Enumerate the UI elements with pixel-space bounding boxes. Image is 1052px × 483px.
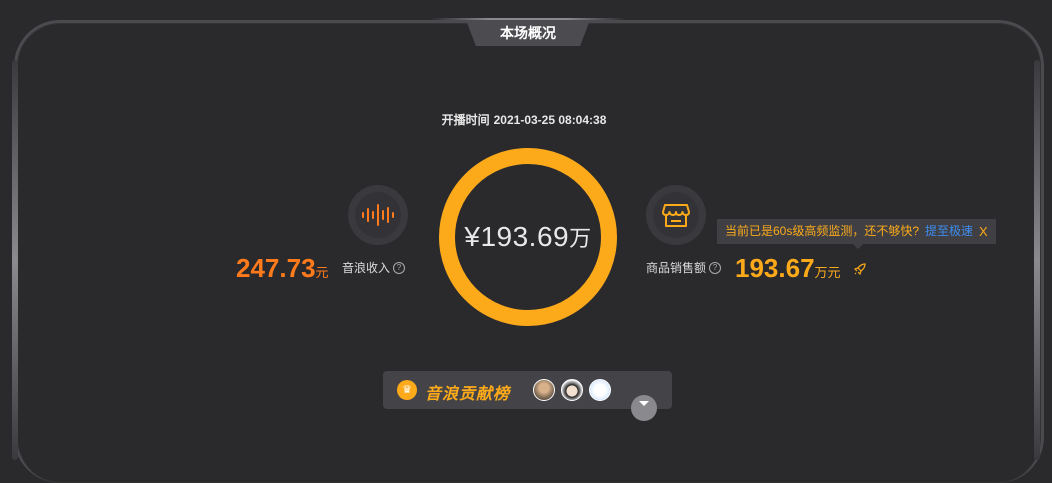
total-gmv-amount: 193.69	[480, 221, 570, 252]
sound-income-label: 音浪收入 ?	[342, 259, 406, 276]
sales-label: 商品销售额 ?	[646, 259, 722, 276]
start-time-label: 开播时间	[441, 113, 490, 127]
sound-income-label-text: 音浪收入	[342, 261, 391, 275]
sales-label-text: 商品销售额	[646, 261, 707, 275]
sound-wave-icon	[355, 192, 401, 238]
sound-contribution-ranking[interactable]: ♛ 音浪贡献榜	[383, 371, 672, 421]
sales-unit: 万元	[814, 265, 841, 280]
panel-title: 本场概况	[466, 20, 590, 46]
start-time-value: 2021-03-25 08:04:38	[493, 113, 607, 127]
avatar[interactable]	[561, 379, 583, 401]
help-icon[interactable]: ?	[709, 261, 722, 274]
currency-symbol: ¥	[464, 221, 481, 252]
sales-amount: 193.67	[735, 253, 815, 283]
chevron-down-icon[interactable]	[631, 395, 657, 421]
start-time: 开播时间 2021-03-25 08:04:38	[0, 111, 1052, 128]
rocket-icon[interactable]	[853, 262, 867, 281]
avatar[interactable]	[589, 379, 611, 401]
speed-up-link[interactable]: 提至极速	[925, 219, 973, 244]
help-icon[interactable]: ?	[393, 261, 406, 274]
sound-income-value: 247.73元	[236, 253, 329, 284]
sales-value: 193.67万元	[735, 253, 841, 284]
title-divider	[430, 18, 626, 20]
sound-wave-icon-circle	[348, 185, 408, 245]
total-gmv-value: ¥193.69万	[464, 221, 591, 253]
tooltip-text: 当前已是60s级高频监测，还不够快?	[725, 224, 920, 238]
total-gmv-ring: ¥193.69万	[439, 148, 617, 326]
speed-tooltip: 当前已是60s级高频监测，还不够快? 提至极速 X	[717, 219, 996, 249]
ranking-title: 音浪贡献榜	[425, 386, 511, 403]
store-icon	[653, 192, 699, 238]
crown-icon: ♛	[397, 380, 417, 400]
sound-income-amount: 247.73	[236, 253, 316, 283]
sound-income-unit: 元	[315, 265, 329, 280]
store-icon-circle	[646, 185, 706, 245]
avatar[interactable]	[533, 379, 555, 401]
total-gmv-unit: 万	[569, 226, 592, 251]
close-icon[interactable]: X	[979, 219, 988, 244]
